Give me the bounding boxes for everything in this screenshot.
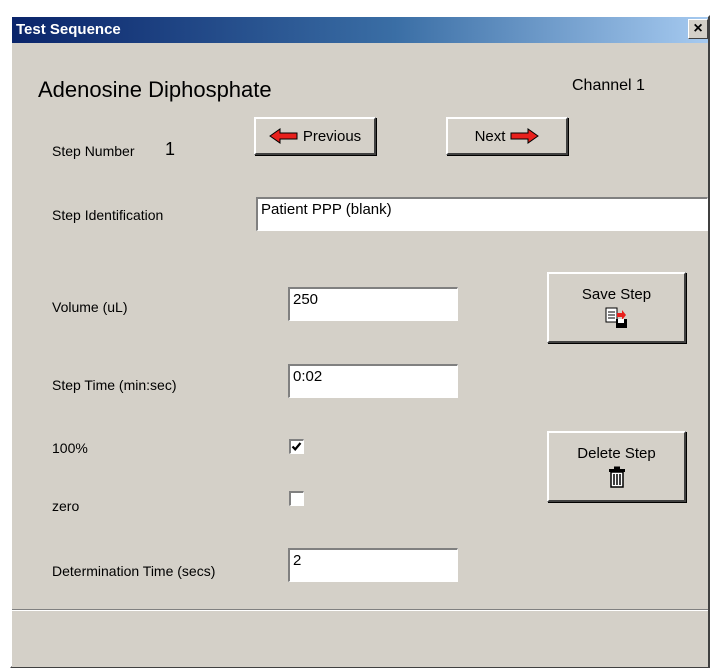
determination-time-input[interactable]: 2 (288, 548, 458, 582)
step-time-label: Step Time (min:sec) (52, 377, 177, 393)
next-button[interactable]: Next (446, 117, 568, 155)
test-sequence-window: Test Sequence × Adenosine Diphosphate Ch… (10, 15, 710, 668)
step-identification-input[interactable]: Patient PPP (blank) (256, 197, 708, 231)
next-button-label: Next (474, 127, 506, 145)
percent100-label: 100% (52, 440, 88, 456)
test-name-heading: Adenosine Diphosphate (38, 77, 272, 102)
zero-checkbox[interactable] (289, 491, 304, 506)
trash-can-icon (608, 466, 625, 488)
previous-button[interactable]: Previous (254, 117, 376, 155)
step-time-input[interactable]: 0:02 (288, 364, 458, 398)
step-number-label: Step Number (52, 143, 135, 159)
window-title: Test Sequence (16, 21, 121, 38)
status-bar (12, 609, 708, 667)
previous-button-label: Previous (302, 127, 362, 145)
channel-label: Channel 1 (572, 77, 645, 94)
checkmark-icon (291, 442, 302, 451)
zero-label: zero (52, 498, 80, 514)
delete-step-label: Delete Step (577, 445, 656, 462)
save-step-button[interactable]: Save Step (547, 272, 686, 343)
step-identification-label: Step Identification (52, 207, 164, 223)
save-disk-icon (605, 307, 627, 328)
title-bar[interactable]: Test Sequence × (12, 17, 708, 43)
volume-input[interactable]: 250 (288, 287, 458, 321)
step-number-value: 1 (165, 139, 176, 159)
determination-time-label: Determination Time (secs) (52, 563, 216, 579)
save-step-label: Save Step (581, 286, 652, 303)
right-arrow-icon (510, 128, 540, 144)
left-arrow-icon (268, 128, 298, 144)
close-button[interactable]: × (688, 19, 708, 39)
percent100-checkbox[interactable] (289, 439, 304, 454)
delete-step-button[interactable]: Delete Step (547, 431, 686, 502)
close-icon: × (693, 20, 703, 37)
volume-label: Volume (uL) (52, 299, 128, 315)
